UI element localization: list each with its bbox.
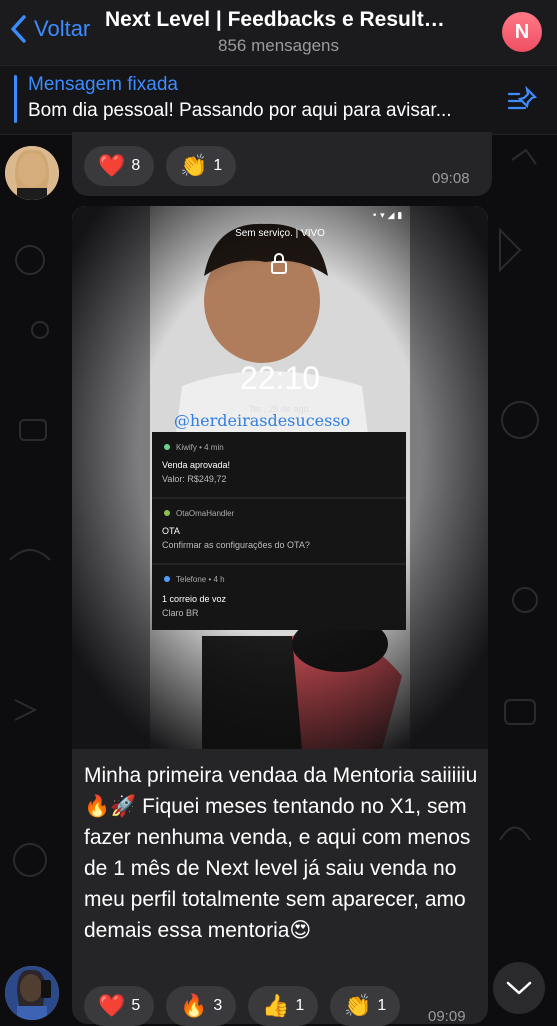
phone-status: Sem serviço. | VIVO	[235, 228, 325, 239]
fire-icon: 🔥	[180, 993, 208, 1018]
sender-avatar[interactable]	[5, 966, 59, 1020]
notification-app-1: Kiwify • 4 min	[176, 443, 224, 452]
reaction-clap[interactable]: 👏 1	[330, 986, 401, 1026]
notification-title-2: OTA	[162, 526, 180, 536]
thumbs-up-icon: 👍	[262, 993, 290, 1018]
message-time: 09:09	[428, 1008, 466, 1025]
notification-body-2: Confirmar as configurações do OTA?	[162, 540, 310, 550]
message-time: 09:08	[432, 170, 470, 187]
notification-title-3: 1 correio de voz	[162, 594, 227, 604]
reaction-thumbs-up[interactable]: 👍 1	[248, 986, 319, 1026]
sender-avatar[interactable]	[5, 146, 59, 200]
notification-title-1: Venda aprovada!	[162, 460, 230, 470]
chevron-down-icon	[506, 981, 532, 995]
reaction-heart[interactable]: ❤️ 5	[84, 986, 155, 1026]
reaction-fire[interactable]: 🔥 3	[166, 986, 237, 1026]
reaction-count: 8	[131, 157, 141, 174]
notification-app-3: Telefone • 4 h	[176, 575, 225, 584]
notification-body-3: Claro BR	[162, 608, 199, 618]
message-count: 856 mensagens	[218, 36, 339, 55]
reaction-count: 3	[213, 997, 223, 1014]
clap-icon: 👏	[344, 993, 372, 1018]
pinned-text: Bom dia pessoal! Passando por aqui para …	[28, 100, 452, 121]
watermark-handle: @herdeirasdesucesso	[174, 411, 350, 430]
pinned-title: Mensagem fixada	[28, 74, 178, 95]
scroll-down-button[interactable]	[493, 962, 545, 1014]
heart-icon: ❤️	[98, 993, 126, 1018]
android-icon	[164, 510, 170, 516]
status-icons: • ▾ ◢ ▮	[372, 211, 402, 221]
phone-clock: 22:10	[240, 360, 320, 396]
photo-content: Sem serviço. | VIVO • ▾ ◢ ▮ 22:10 Ter., …	[72, 206, 488, 749]
notification-body-1: Valor: R$249,72	[162, 474, 226, 484]
chat-title[interactable]: Next Level | Feedbacks e Resultados	[105, 8, 455, 32]
pin-list-icon[interactable]	[507, 86, 539, 114]
notification-app-2: OtaOmaHandler	[176, 509, 235, 518]
pinned-indicator	[14, 75, 17, 123]
pinned-message-bar[interactable]: Mensagem fixada Bom dia pessoal! Passand…	[0, 65, 557, 135]
reaction-clap[interactable]: 👏 1	[166, 146, 237, 186]
kiwify-icon	[164, 444, 170, 450]
chat-avatar[interactable]: N	[502, 12, 542, 52]
clap-icon: 👏	[180, 153, 208, 178]
reaction-count: 1	[295, 997, 305, 1014]
message-photo[interactable]: Sem serviço. | VIVO • ▾ ◢ ▮ 22:10 Ter., …	[72, 206, 488, 749]
reaction-count: 1	[377, 997, 387, 1014]
message-caption: Minha primeira vendaa da Mentoria saiiii…	[84, 764, 478, 942]
chat-header: Voltar Next Level | Feedbacks e Resultad…	[0, 0, 557, 65]
heart-icon: ❤️	[98, 153, 126, 178]
reaction-count: 1	[213, 157, 223, 174]
reaction-count: 5	[131, 997, 141, 1014]
reaction-heart[interactable]: ❤️ 8	[84, 146, 155, 186]
voicemail-icon	[164, 576, 170, 582]
